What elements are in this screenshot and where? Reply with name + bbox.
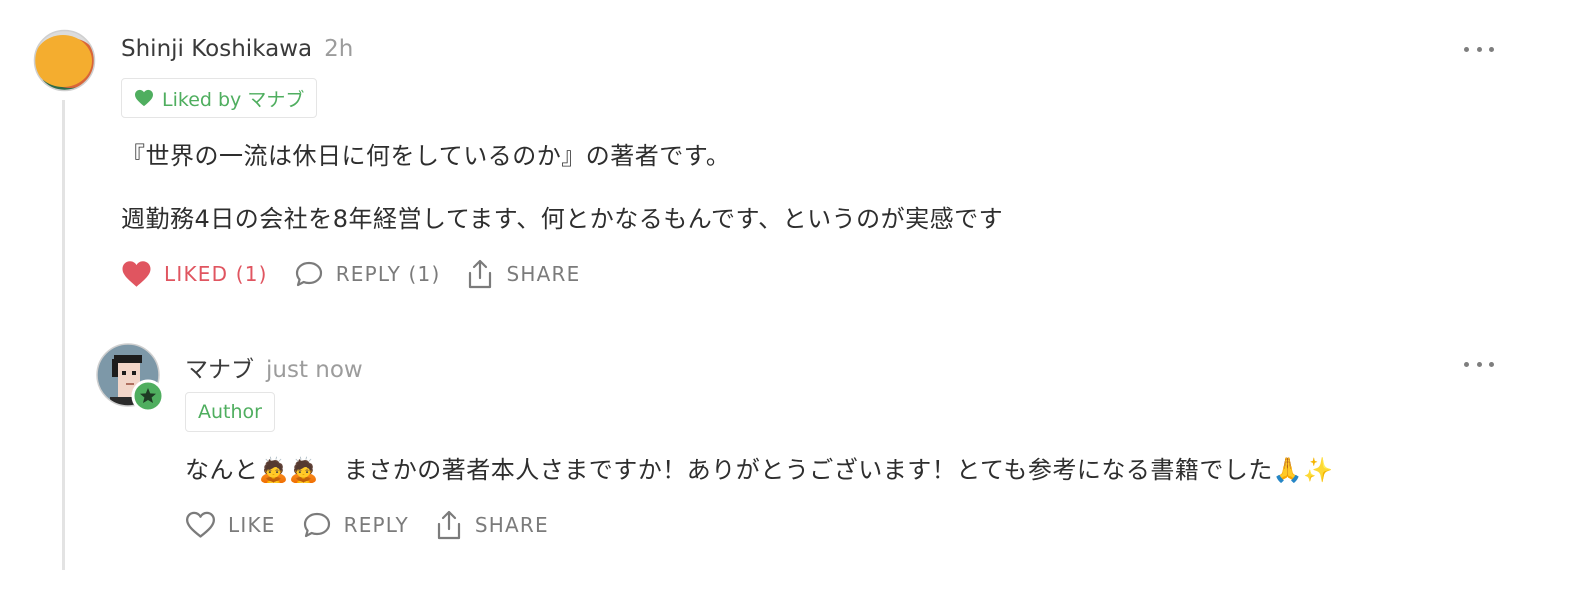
comment-header: Shinji Koshikawa 2h bbox=[121, 36, 353, 62]
author-name[interactable]: マナブ bbox=[185, 350, 254, 384]
dot-icon bbox=[1464, 46, 1469, 52]
comment-actions: LIKED (1) REPLY (1) SHARE bbox=[121, 254, 606, 294]
author-badge: Author bbox=[185, 392, 275, 432]
dot-icon bbox=[1489, 46, 1494, 52]
reply-header: マナブ just now bbox=[185, 350, 363, 384]
author-badge-label: Author bbox=[198, 401, 262, 423]
share-icon bbox=[437, 510, 460, 540]
dot-icon bbox=[1464, 361, 1469, 367]
speech-bubble-icon bbox=[303, 512, 330, 538]
avatar[interactable] bbox=[96, 343, 162, 413]
dot-icon bbox=[1476, 46, 1482, 52]
reply-actions: LIKE REPLY SHARE bbox=[185, 505, 575, 545]
author-name[interactable]: Shinji Koshikawa bbox=[121, 36, 312, 62]
like-label: LIKED (1) bbox=[164, 262, 268, 286]
share-button[interactable]: SHARE bbox=[435, 509, 549, 541]
dot-icon bbox=[1476, 361, 1482, 367]
dot-icon bbox=[1489, 361, 1494, 367]
like-label: LIKE bbox=[228, 513, 276, 537]
reply-label: REPLY bbox=[343, 513, 409, 537]
heart-outline-icon bbox=[185, 511, 216, 538]
reply-button[interactable]: REPLY bbox=[302, 511, 409, 539]
share-label: SHARE bbox=[506, 262, 581, 286]
avatar[interactable] bbox=[33, 29, 96, 92]
reply-label: REPLY (1) bbox=[335, 262, 441, 286]
timestamp[interactable]: 2h bbox=[324, 36, 353, 62]
share-label: SHARE bbox=[474, 513, 549, 537]
share-button[interactable]: SHARE bbox=[466, 258, 580, 290]
like-button[interactable]: LIKE bbox=[185, 511, 276, 539]
more-options-button[interactable] bbox=[1464, 43, 1494, 55]
liked-by-badge: Liked by マナブ bbox=[121, 78, 318, 118]
heart-filled-icon bbox=[122, 261, 151, 287]
comment-body-line-2: 週勤務4日の会社を8年経営してます、何とかなるもんです、というのが実感です bbox=[121, 205, 1004, 233]
liked-by-label: Liked by マナブ bbox=[162, 88, 305, 111]
reply-body: なんと🙇🙇 まさかの著者本人さまですか！ありがとうございます！とても参考になる書… bbox=[185, 456, 1334, 484]
reply-button[interactable]: REPLY (1) bbox=[294, 260, 441, 288]
timestamp[interactable]: just now bbox=[266, 357, 363, 383]
thread-line bbox=[62, 100, 65, 570]
heart-icon bbox=[135, 89, 153, 107]
more-options-button[interactable] bbox=[1464, 358, 1494, 370]
comment-body-line-1: 『世界の一流は休日に何をしているのか』の著者です。 bbox=[121, 142, 731, 170]
speech-bubble-icon bbox=[295, 261, 322, 287]
like-button[interactable]: LIKED (1) bbox=[121, 260, 268, 288]
share-icon bbox=[469, 259, 492, 289]
